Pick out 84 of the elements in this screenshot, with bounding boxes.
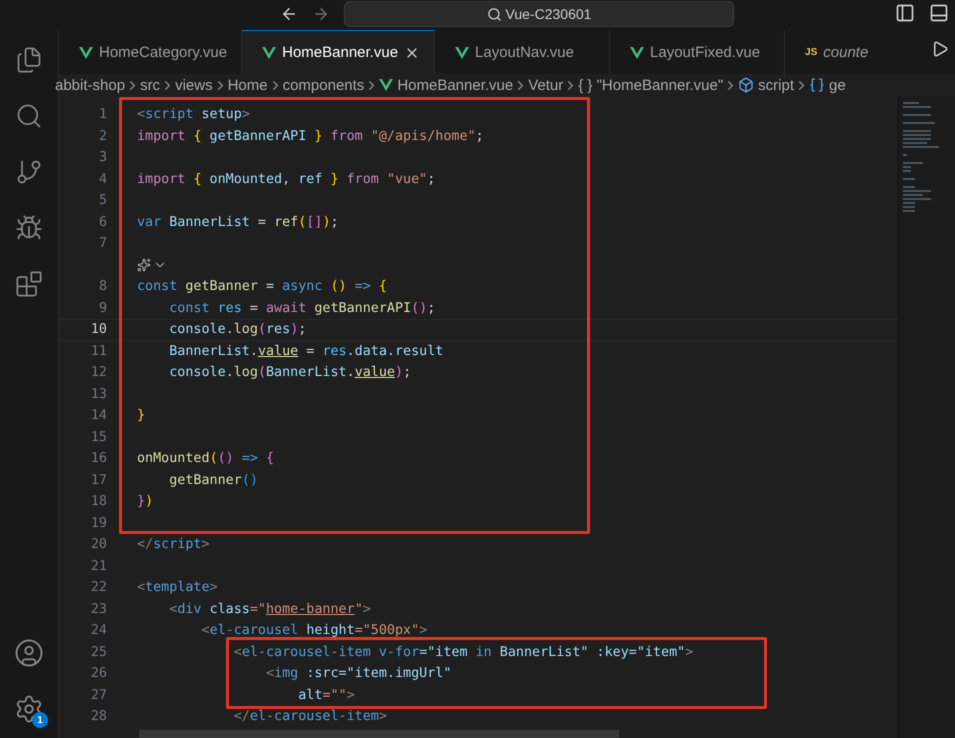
line-number: 23	[90, 602, 107, 617]
editor-tab[interactable]: HomeBanner.vue	[242, 30, 436, 74]
code-line: <div class="home-banner">	[168, 602, 371, 617]
breadcrumb-item[interactable]: Home	[228, 76, 268, 94]
source-control-icon[interactable]	[15, 158, 43, 186]
search-icon[interactable]	[15, 102, 43, 130]
line-number: 2	[98, 128, 107, 144]
line-number: 25	[90, 644, 107, 660]
line-number: 27	[90, 688, 107, 703]
code-line: var BannerList = ref([]);	[137, 214, 339, 230]
line-number: 8	[98, 279, 107, 294]
line-number: 11	[90, 344, 107, 359]
js-file-icon: JS	[805, 47, 818, 58]
line-number: 1	[98, 107, 107, 122]
line-number: 26	[90, 666, 107, 682]
code-line: console.log(BannerList.value);	[168, 365, 412, 380]
vue-icon	[262, 46, 276, 58]
line-number: 6	[98, 214, 107, 230]
line-number: 14	[90, 408, 107, 424]
line-number: 16	[90, 451, 107, 466]
line-number: 24	[90, 623, 107, 638]
code-line: const res = await getBannerAPI();	[168, 300, 436, 316]
account-icon[interactable]	[14, 638, 44, 668]
breadcrumb-item[interactable]: src	[140, 76, 160, 94]
line-number: 20	[90, 537, 107, 552]
panel-toggle-icon[interactable]	[929, 3, 949, 23]
run-debug-icon[interactable]	[15, 214, 43, 242]
cube-icon	[738, 77, 754, 93]
settings-icon[interactable]	[14, 694, 44, 724]
line-number: 7	[98, 236, 107, 252]
code-line: </script>	[137, 537, 210, 552]
code-line: BannerList.value = res.data.result	[168, 344, 444, 359]
line-number: 28	[90, 709, 107, 724]
code-line: }	[137, 408, 146, 424]
vue-icon	[455, 46, 470, 58]
forward-arrow-icon[interactable]	[312, 5, 330, 23]
vue-icon	[379, 79, 394, 91]
breadcrumb-item[interactable]: ge	[829, 76, 846, 94]
line-number: 19	[90, 516, 107, 531]
code-line: import { onMounted, ref } from "vue";	[137, 172, 436, 187]
vue-icon	[79, 46, 93, 58]
breadcrumb-item[interactable]: { } "HomeBanner.vue"	[578, 76, 724, 94]
extensions-icon[interactable]	[15, 270, 43, 298]
vue-icon	[630, 46, 644, 58]
search-icon	[486, 6, 502, 22]
code-line: getBanner()	[168, 472, 258, 488]
line-number: 22	[90, 580, 107, 596]
breadcrumb-item[interactable]: script	[758, 76, 794, 94]
sparkle-icon[interactable]	[137, 258, 151, 272]
code-line: <el-carousel-item v-for="item in BannerList" :key="item">	[232, 644, 694, 660]
code-line: console.log(res);	[168, 322, 306, 338]
breadcrumb-item[interactable]: abbit-shop	[55, 76, 126, 94]
code-line: alt="">	[297, 688, 355, 703]
line-number: 10	[90, 322, 107, 338]
breadcrumb-item[interactable]: views	[175, 76, 213, 94]
breadcrumb-item[interactable]: components	[282, 76, 364, 94]
breadcrumb-item[interactable]: HomeBanner.vue	[397, 76, 514, 94]
run-icon[interactable]	[931, 40, 949, 58]
symbol-icon	[809, 77, 826, 93]
code-line: <script setup>	[137, 107, 250, 122]
line-number: 21	[90, 558, 107, 574]
line-number: 18	[90, 494, 107, 510]
notification-badge: 1	[32, 712, 48, 728]
line-number: 12	[90, 365, 107, 380]
code-line: </el-carousel-item>	[232, 709, 387, 724]
line-number: 13	[90, 386, 107, 402]
code-line: const getBanner = async () => {	[137, 279, 387, 294]
line-number: 3	[98, 150, 107, 166]
code-line: <template>	[137, 580, 218, 596]
code-line: import { getBannerAPI } from "@/apis/home";	[137, 128, 484, 144]
line-number: 9	[98, 300, 107, 316]
code-line: })	[137, 494, 154, 510]
code-line: <img :src="item.imgUrl"	[264, 666, 452, 682]
explorer-icon[interactable]	[15, 46, 43, 74]
line-number: 5	[98, 193, 107, 208]
line-number: 4	[98, 172, 107, 187]
sidebar-toggle-icon[interactable]	[895, 3, 915, 23]
line-number: 15	[90, 430, 107, 445]
horizontal-scrollbar[interactable]	[139, 730, 619, 738]
command-center-search[interactable]: Vue-C230601	[344, 1, 734, 27]
code-line: onMounted(() => {	[137, 451, 274, 466]
breadcrumb-item[interactable]: Vetur	[528, 76, 564, 94]
line-number: 17	[90, 472, 107, 488]
code-line: <el-carousel height="500px">	[200, 623, 428, 638]
